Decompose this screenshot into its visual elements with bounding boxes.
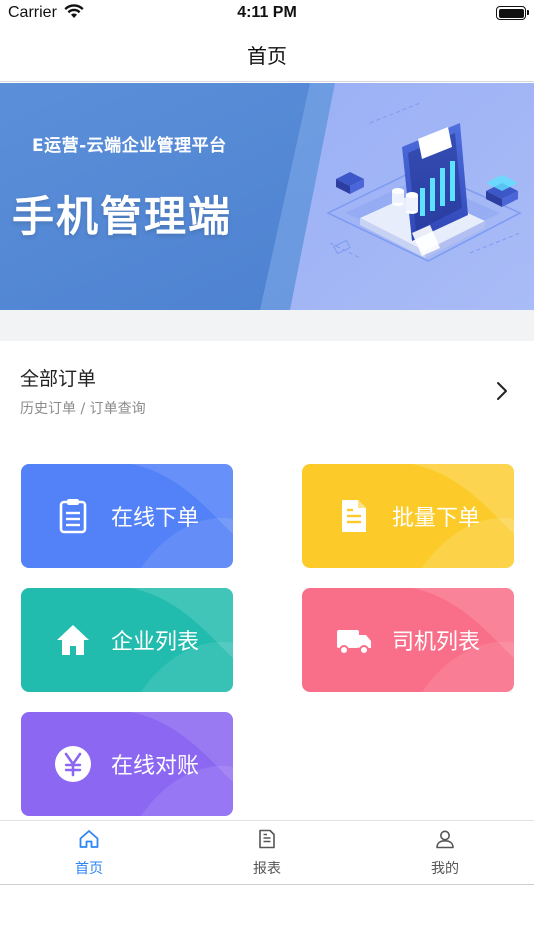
report-icon (259, 829, 275, 849)
document-icon (342, 500, 366, 532)
tab-label: 我的 (431, 861, 459, 877)
battery-icon (496, 6, 529, 20)
tab-mine[interactable]: 我的 (356, 821, 534, 885)
banner-subtitle: E运营-云端企业管理平台 (32, 136, 227, 156)
tile-label: 企业列表 (111, 630, 200, 655)
status-bar: Carrier 4:11 PM (0, 0, 534, 28)
tile-label: 在线下单 (111, 506, 200, 531)
clipboard-icon (59, 499, 87, 534)
online-order-button[interactable]: 在线下单 (21, 464, 233, 568)
tab-label: 报表 (253, 861, 281, 877)
tile-label: 司机列表 (392, 630, 481, 655)
section-divider (0, 310, 534, 341)
driver-list-button[interactable]: 司机列表 (302, 588, 514, 692)
chevron-right-icon (497, 382, 507, 400)
tab-label: 首页 (75, 861, 103, 877)
status-time: 4:11 PM (237, 4, 297, 21)
tab-report[interactable]: 报表 (178, 821, 356, 885)
tile-label: 批量下单 (392, 506, 481, 531)
tab-home[interactable]: 首页 (0, 821, 178, 885)
orders-subtitle: 历史订单 / 订单查询 (20, 401, 146, 417)
company-list-button[interactable]: 企业列表 (21, 588, 233, 692)
page-title: 首页 (247, 44, 287, 68)
truck-icon (337, 630, 371, 655)
orders-title: 全部订单 (20, 368, 97, 390)
promo-banner[interactable]: E运营-云端企业管理平台 手机管理端 (0, 83, 534, 310)
online-reconciliation-button[interactable]: 在线对账 (21, 712, 233, 816)
home-outline-icon (79, 830, 99, 848)
home-icon (57, 625, 89, 655)
batch-order-button[interactable]: 批量下单 (302, 464, 514, 568)
tile-label: 在线对账 (111, 754, 200, 779)
yen-icon (55, 746, 91, 782)
banner-title: 手机管理端 (12, 192, 233, 241)
user-icon (436, 830, 454, 849)
tab-bar: 首页 报表 我的 (0, 820, 534, 885)
navigation-bar: 首页 (0, 28, 534, 82)
all-orders-row[interactable]: 全部订单 历史订单 / 订单查询 (0, 341, 534, 441)
